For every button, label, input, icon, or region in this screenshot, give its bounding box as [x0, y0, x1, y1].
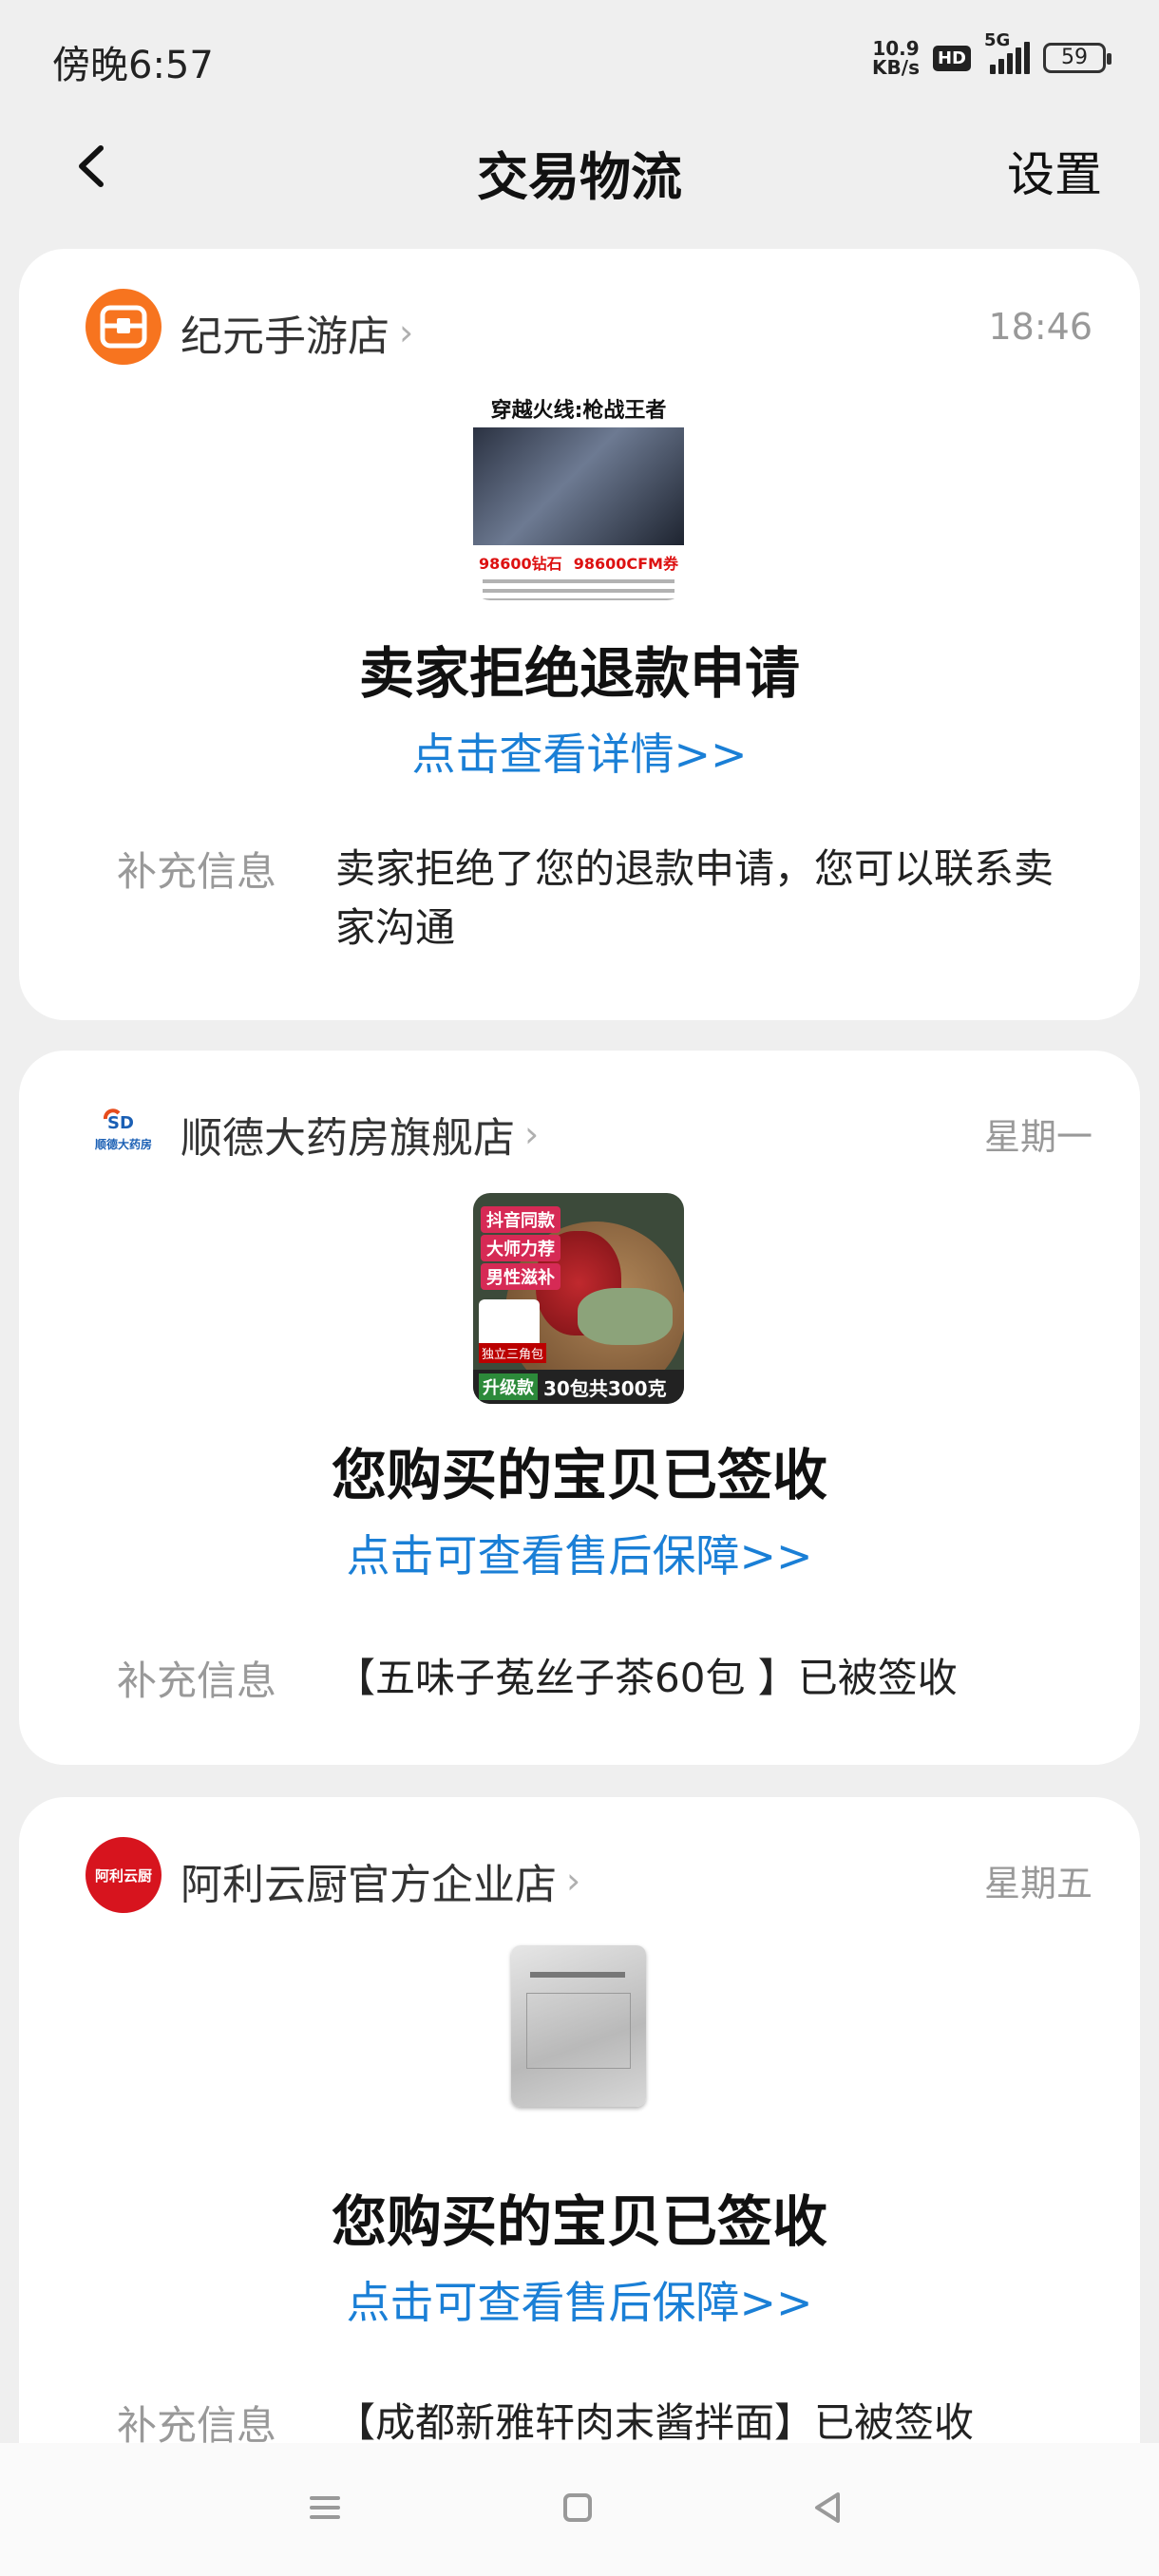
shop-logo[interactable]: 阿利云厨	[86, 1837, 162, 1913]
shop-name[interactable]: 阿利云厨官方企业店 ›	[180, 1850, 580, 1911]
shop-row: 纪元手游店 › 18:46	[66, 287, 1092, 367]
shop-logo[interactable]: SD 顺德大药房	[86, 1090, 162, 1166]
extra-info: 补充信息 【五味子菟丝子茶60包 】已被签收	[117, 1649, 1064, 1715]
status-bar: 傍晚6:57 10.9 KB/s HD 5G 59	[0, 0, 1159, 114]
message-time: 星期五	[983, 1863, 1092, 1904]
signal-icon: 5G	[984, 30, 1030, 74]
system-nav-bar	[0, 2443, 1159, 2576]
message-title: 您购买的宝贝已签收	[331, 1443, 827, 1507]
hd-icon: HD	[932, 45, 971, 71]
extra-info-label: 补充信息	[117, 1657, 277, 1704]
back-triangle-icon[interactable]	[800, 2479, 857, 2536]
product-image[interactable]: 抖音同款 大师力荐 男性滋补 独立三角包 升级款 30包共300克	[473, 1193, 684, 1404]
message-title: 卖家拒绝退款申请	[358, 641, 800, 706]
shop-row: 阿利云厨 阿利云厨官方企业店 › 星期五	[66, 1835, 1092, 1915]
battery-icon: 59	[1043, 43, 1112, 73]
product-image[interactable]: 穿越火线:枪战王者 98600钻石 98600CFM券	[473, 389, 684, 600]
chevron-right-icon: ›	[566, 1860, 581, 1902]
extra-info-label: 补充信息	[117, 848, 277, 895]
message-time: 星期一	[983, 1116, 1092, 1158]
message-card[interactable]: SD 顺德大药房 顺德大药房旗舰店 › 星期一 抖音同款 大师力荐 男性滋补 独…	[19, 1051, 1140, 1765]
details-link[interactable]: 点击查看详情>>	[19, 720, 1140, 783]
message-title: 您购买的宝贝已签收	[331, 2189, 827, 2254]
shop-row: SD 顺德大药房 顺德大药房旗舰店 › 星期一	[66, 1089, 1092, 1168]
status-time: 傍晚6:57	[52, 44, 214, 87]
product-image[interactable]	[473, 1940, 684, 2150]
shop-logo[interactable]	[86, 289, 162, 365]
shop-name[interactable]: 顺德大药房旗舰店 ›	[180, 1104, 539, 1165]
message-time: 18:46	[988, 306, 1092, 348]
message-card[interactable]: 纪元手游店 › 18:46 穿越火线:枪战王者 98600钻石 98600CFM…	[19, 249, 1140, 1020]
home-square-icon[interactable]	[549, 2479, 606, 2536]
extra-info: 补充信息 卖家拒绝了您的退款申请，您可以联系卖家沟通	[117, 840, 1064, 963]
shop-name[interactable]: 纪元手游店 ›	[180, 302, 413, 363]
extra-info-text: 卖家拒绝了您的退款申请，您可以联系卖家沟通	[335, 845, 1054, 951]
aftersale-link[interactable]: 点击可查看售后保障>>	[19, 1522, 1140, 1584]
aftersale-link[interactable]: 点击可查看售后保障>>	[19, 2268, 1140, 2331]
nav-bar: 交易物流 设置	[0, 114, 1159, 218]
page-title: 交易物流	[477, 147, 682, 207]
network-speed: 10.9 KB/s	[872, 37, 920, 79]
chevron-right-icon: ›	[524, 1113, 540, 1155]
svg-text:SD: SD	[107, 1113, 134, 1132]
chevron-right-icon: ›	[399, 312, 414, 353]
status-icons: 10.9 KB/s HD 5G 59	[872, 30, 1112, 82]
extra-info-text: 【五味子菟丝子茶60包 】已被签收	[335, 1655, 958, 1701]
menu-icon[interactable]	[296, 2479, 353, 2536]
settings-button[interactable]: 设置	[1007, 137, 1102, 205]
